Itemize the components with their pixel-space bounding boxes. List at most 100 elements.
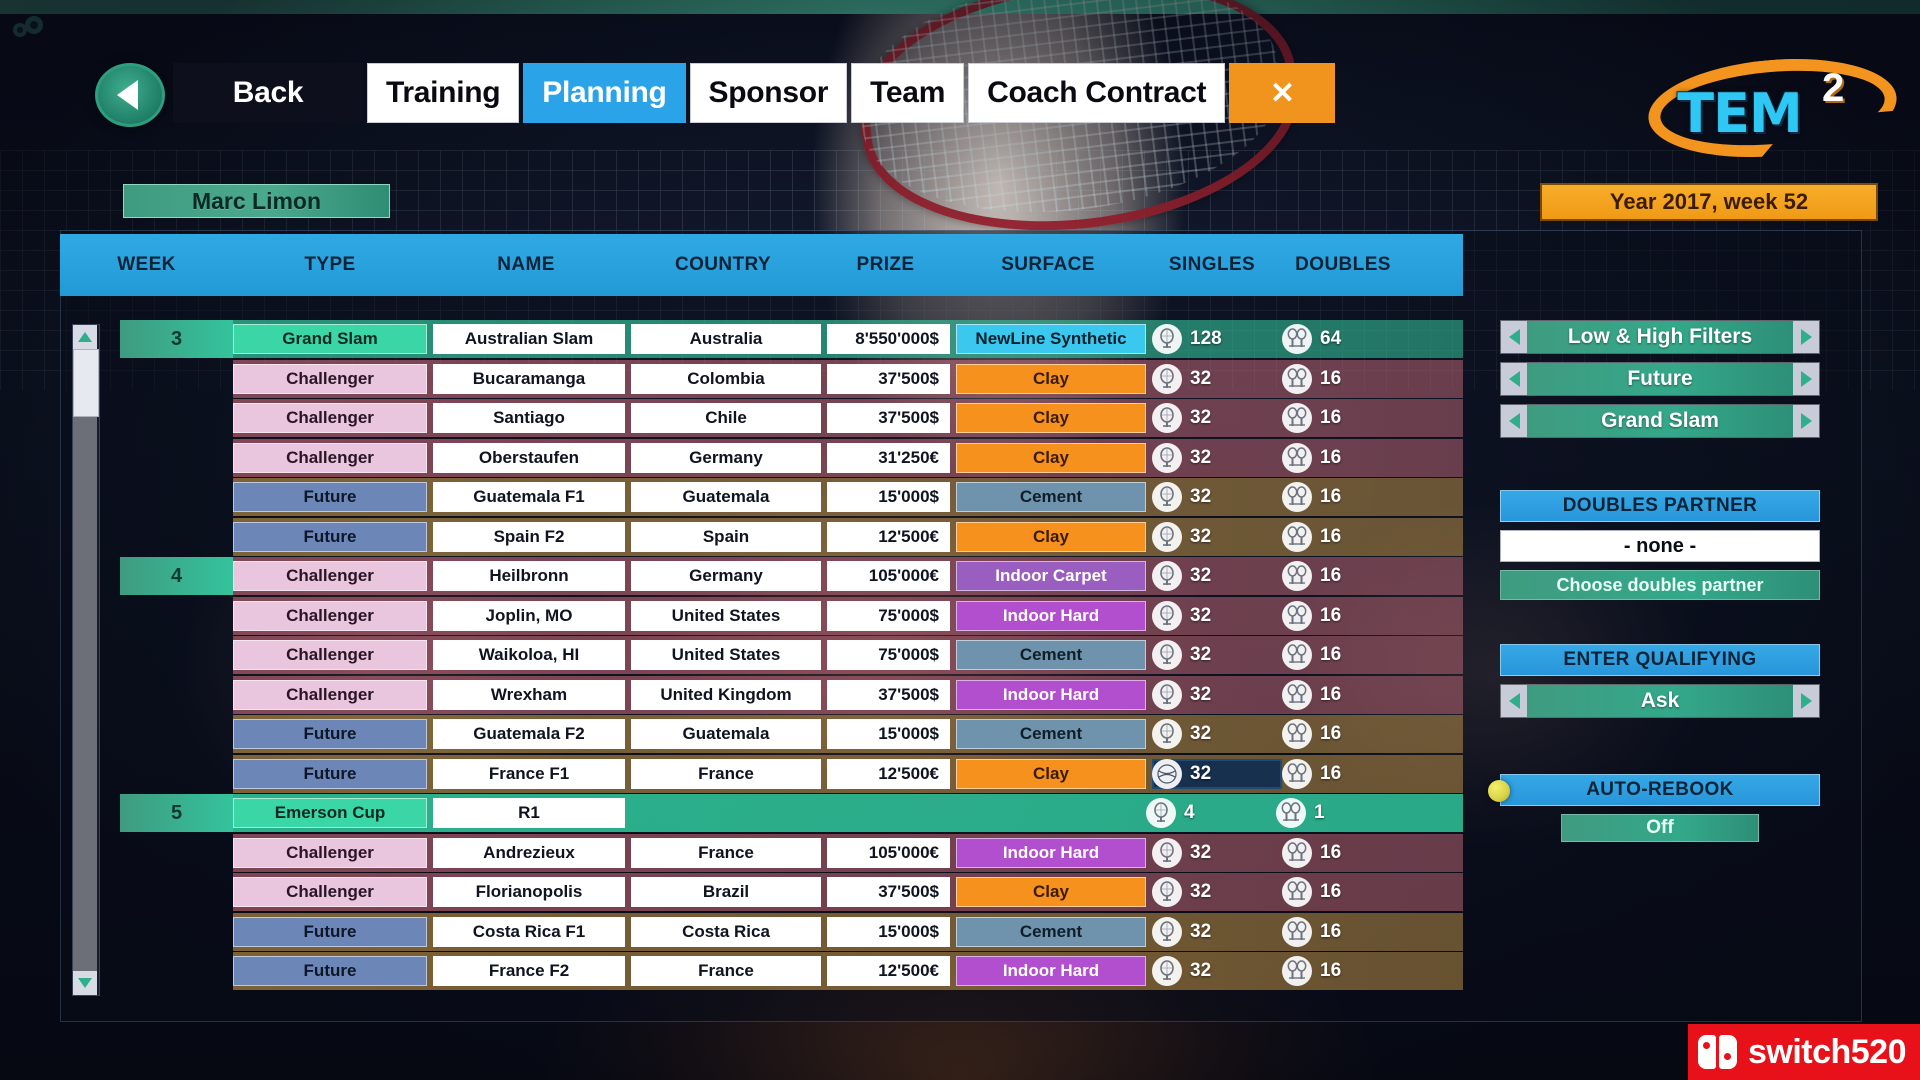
doubles-cell[interactable]: 16 xyxy=(1282,956,1412,986)
singles-cell[interactable]: 32 xyxy=(1152,442,1282,473)
name-cell[interactable]: Joplin, MO xyxy=(433,600,625,631)
filter-grand-slam[interactable]: Grand Slam xyxy=(1500,404,1820,438)
gear-icon[interactable] xyxy=(6,8,50,42)
type-cell[interactable]: Challenger xyxy=(233,600,427,631)
nav-tab-team[interactable]: Team xyxy=(851,63,965,123)
table-row[interactable]: Future Guatemala F1 Guatemala 15'000$ Cement… xyxy=(120,478,1463,516)
name-cell[interactable]: Bucaramanga xyxy=(433,363,625,394)
singles-cell[interactable]: 4 xyxy=(1146,798,1276,828)
singles-cell[interactable]: 32 xyxy=(1152,363,1282,394)
name-cell[interactable]: Heilbronn xyxy=(433,561,625,591)
singles-cell[interactable]: 32 xyxy=(1152,837,1282,868)
type-cell[interactable]: Future xyxy=(233,956,427,986)
surface-cell[interactable]: Clay xyxy=(956,363,1146,394)
singles-cell[interactable]: 32 xyxy=(1152,600,1282,631)
singles-cell[interactable]: 32 xyxy=(1152,482,1282,512)
singles-cell[interactable]: 32 xyxy=(1152,521,1282,552)
table-row[interactable]: Challenger Bucaramanga Colombia 37'500$ Clay… xyxy=(120,359,1463,398)
name-cell[interactable]: R1 xyxy=(433,798,625,828)
close-button[interactable]: ✕ xyxy=(1229,63,1336,123)
doubles-cell[interactable]: 16 xyxy=(1282,521,1412,552)
doubles-cell[interactable]: 16 xyxy=(1282,442,1412,473)
surface-cell[interactable]: Indoor Hard xyxy=(956,600,1146,631)
type-cell[interactable]: Future xyxy=(233,719,427,749)
table-row[interactable]: Future Costa Rica F1 Costa Rica 15'000$ Ceme… xyxy=(120,912,1463,951)
doubles-cell[interactable]: 1 xyxy=(1276,798,1406,828)
surface-cell[interactable]: Indoor Hard xyxy=(956,956,1146,986)
chevron-right-icon[interactable] xyxy=(1793,321,1819,353)
type-cell[interactable]: Challenger xyxy=(233,442,427,473)
name-cell[interactable]: Florianopolis xyxy=(433,877,625,907)
surface-cell[interactable]: Clay xyxy=(956,521,1146,552)
singles-cell[interactable]: 32 xyxy=(1152,956,1282,986)
nav-tab-back[interactable]: Back xyxy=(173,63,363,123)
chevron-left-icon[interactable] xyxy=(1501,685,1527,717)
singles-cell[interactable]: 32 xyxy=(1152,403,1282,433)
name-cell[interactable]: Santiago xyxy=(433,403,625,433)
surface-cell[interactable]: Clay xyxy=(956,877,1146,907)
chevron-right-icon[interactable] xyxy=(1793,685,1819,717)
chevron-right-icon[interactable] xyxy=(1793,363,1819,395)
surface-cell[interactable]: Cement xyxy=(956,640,1146,670)
surface-cell[interactable]: Cement xyxy=(956,719,1146,749)
name-cell[interactable]: Spain F2 xyxy=(433,521,625,552)
nav-tab-sponsor[interactable]: Sponsor xyxy=(689,63,848,123)
chevron-left-icon[interactable] xyxy=(1501,363,1527,395)
type-cell[interactable]: Grand Slam xyxy=(233,324,427,354)
type-cell[interactable]: Challenger xyxy=(233,679,427,710)
surface-cell[interactable]: Clay xyxy=(956,758,1146,789)
doubles-cell[interactable]: 16 xyxy=(1282,482,1412,512)
table-row[interactable]: Challenger Santiago Chile 37'500$ Clay 32 16 xyxy=(120,399,1463,437)
name-cell[interactable]: Costa Rica F1 xyxy=(433,916,625,947)
singles-cell[interactable]: 32 xyxy=(1152,679,1282,710)
type-cell[interactable]: Emerson Cup xyxy=(233,798,427,828)
table-row[interactable]: Challenger Waikoloa, HI United States 75'00… xyxy=(120,636,1463,674)
player-name-badge[interactable]: Marc Limon xyxy=(123,184,390,218)
table-row[interactable]: Challenger Andrezieux France 105'000€ Indoor… xyxy=(120,833,1463,872)
doubles-cell[interactable]: 16 xyxy=(1282,561,1412,591)
scrollbar-thumb[interactable] xyxy=(73,349,99,417)
surface-cell[interactable]: Indoor Hard xyxy=(956,679,1146,710)
name-cell[interactable]: Waikoloa, HI xyxy=(433,640,625,670)
nav-tab-coach-contract[interactable]: Coach Contract xyxy=(968,63,1226,123)
singles-cell[interactable]: 32 xyxy=(1152,719,1282,749)
singles-cell[interactable]: 32 xyxy=(1152,877,1282,907)
table-row[interactable]: 3 Grand Slam Australian Slam Australia 8'550… xyxy=(120,320,1463,358)
name-cell[interactable]: France F1 xyxy=(433,758,625,789)
nav-tab-planning[interactable]: Planning xyxy=(523,63,686,123)
table-row[interactable]: Challenger Joplin, MO United States 75'000$… xyxy=(120,596,1463,635)
table-row[interactable]: Future Guatemala F2 Guatemala 15'000$ Cement… xyxy=(120,715,1463,753)
singles-cell[interactable]: 128 xyxy=(1152,324,1282,354)
table-row[interactable]: 5 Emerson Cup R1 4 1 xyxy=(120,794,1463,832)
doubles-cell[interactable]: 16 xyxy=(1282,640,1412,670)
type-cell[interactable]: Future xyxy=(233,482,427,512)
table-row[interactable]: 4 Challenger Heilbronn Germany 105'000€ Indoo… xyxy=(120,557,1463,595)
scroll-up-arrow-icon[interactable] xyxy=(73,325,97,349)
singles-cell[interactable]: 32 xyxy=(1152,561,1282,591)
back-arrow-icon[interactable] xyxy=(95,63,165,127)
surface-cell[interactable]: Clay xyxy=(956,403,1146,433)
choose-doubles-partner-button[interactable]: Choose doubles partner xyxy=(1500,570,1820,600)
type-cell[interactable]: Challenger xyxy=(233,363,427,394)
scrollbar-track[interactable] xyxy=(73,349,99,971)
doubles-cell[interactable]: 64 xyxy=(1282,324,1412,354)
surface-cell[interactable]: Indoor Carpet xyxy=(956,561,1146,591)
doubles-partner-value[interactable]: - none - xyxy=(1500,530,1820,562)
doubles-cell[interactable]: 16 xyxy=(1282,877,1412,907)
surface-cell[interactable]: Indoor Hard xyxy=(956,837,1146,868)
table-row[interactable]: Challenger Oberstaufen Germany 31'250€ Clay 3… xyxy=(120,438,1463,477)
doubles-cell[interactable]: 16 xyxy=(1282,719,1412,749)
table-row[interactable]: Challenger Wrexham United Kingdom 37'500$ In… xyxy=(120,675,1463,714)
type-cell[interactable]: Challenger xyxy=(233,403,427,433)
name-cell[interactable]: Andrezieux xyxy=(433,837,625,868)
table-row[interactable]: Future France F2 France 12'500€ Indoor Hard 3… xyxy=(120,952,1463,990)
singles-cell[interactable]: 32 xyxy=(1152,916,1282,947)
doubles-cell[interactable]: 16 xyxy=(1282,758,1412,789)
type-cell[interactable]: Challenger xyxy=(233,640,427,670)
nav-tab-training[interactable]: Training xyxy=(367,63,520,123)
name-cell[interactable]: France F2 xyxy=(433,956,625,986)
table-scrollbar[interactable] xyxy=(72,324,100,996)
singles-cell[interactable]: 32 xyxy=(1152,758,1282,789)
doubles-cell[interactable]: 16 xyxy=(1282,679,1412,710)
type-cell[interactable]: Future xyxy=(233,758,427,789)
